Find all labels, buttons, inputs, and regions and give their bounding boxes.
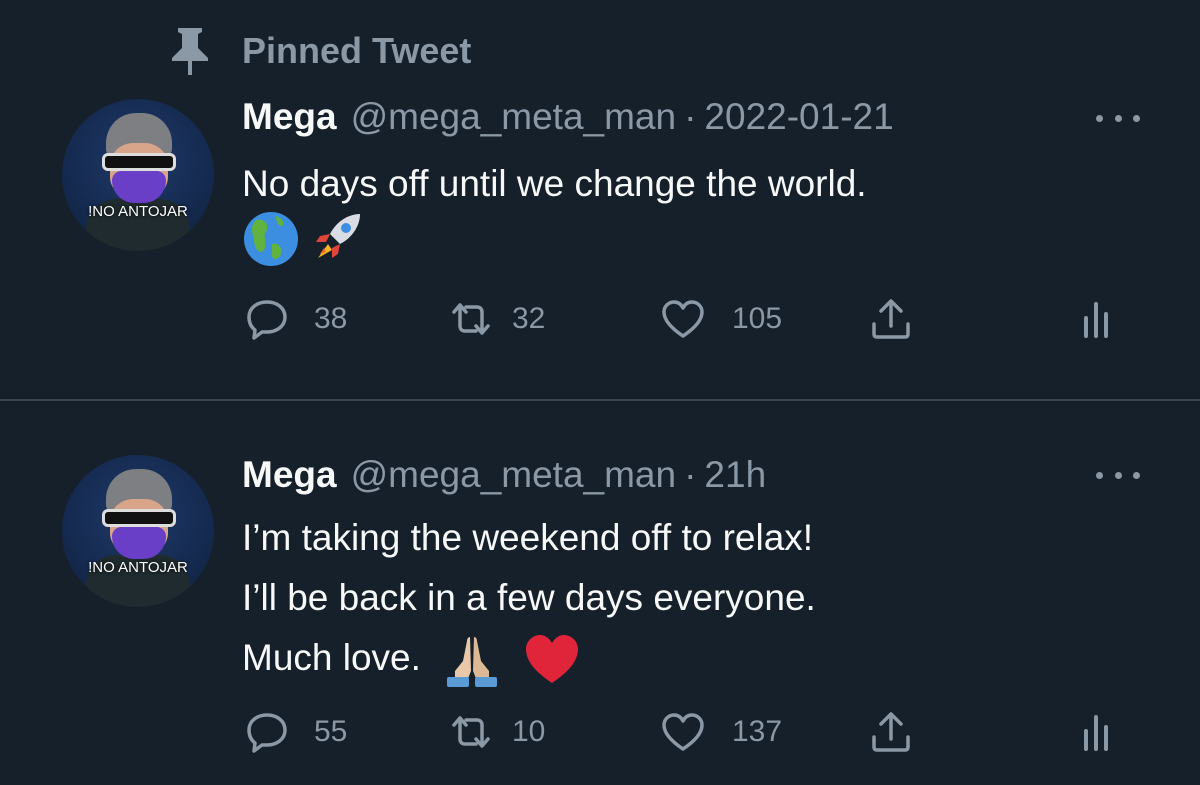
tweet-text: I’m taking the weekend off to relax! I’l… (242, 508, 816, 689)
globe-americas-icon (244, 212, 298, 266)
analytics-button[interactable] (1078, 296, 1124, 342)
avatar-text: !NO ANTOJAR (88, 203, 188, 220)
retweet-icon (452, 716, 490, 748)
tweet-text-segment: Much love. (242, 637, 421, 678)
tweet-text-line: I’m taking the weekend off to relax! (242, 517, 814, 558)
emoji-row (242, 210, 366, 268)
analytics-icon (1084, 302, 1108, 338)
avatar-text: !NO ANTOJAR (88, 559, 188, 576)
like-count: 137 (732, 715, 783, 748)
user-handle[interactable]: @mega_meta_man (351, 454, 677, 496)
separator-dot: · (684, 454, 697, 495)
timestamp[interactable]: 21h (704, 454, 766, 496)
reply-button[interactable]: 38 (244, 296, 347, 342)
analytics-button[interactable] (1078, 709, 1124, 755)
retweet-icon (452, 303, 490, 335)
pin-icon (172, 28, 208, 75)
reply-icon (247, 713, 287, 753)
pinned-label: Pinned Tweet (242, 30, 472, 71)
display-name[interactable]: Mega (242, 96, 337, 138)
user-handle[interactable]: @mega_meta_man (351, 96, 677, 138)
tweet-actions: 55 10 137 (0, 709, 1200, 759)
pinned-indicator: Pinned Tweet (168, 26, 471, 76)
like-button[interactable]: 137 (660, 709, 782, 755)
avatar[interactable]: !NO ANTOJAR (62, 99, 214, 251)
retweet-count: 10 (512, 715, 546, 748)
tweet-header: Mega @mega_meta_man · 21h (242, 454, 766, 496)
folded-hands-icon (447, 637, 498, 688)
heart-icon (662, 300, 704, 338)
reply-button[interactable]: 55 (244, 709, 347, 755)
reply-icon (247, 300, 287, 340)
retweet-count: 32 (512, 302, 546, 335)
reply-count: 38 (314, 302, 348, 335)
tweet-text-line: Much love. (242, 628, 816, 689)
tweet-text-line: No days off until we change the world. (242, 163, 867, 204)
tweet-header: Mega @mega_meta_man · 2022-01-21 (242, 96, 894, 138)
tweet-text: No days off until we change the world. (242, 154, 867, 214)
share-icon (872, 712, 910, 752)
avatar[interactable]: !NO ANTOJAR (62, 455, 214, 607)
tweet-text-line: I’ll be back in a few days everyone. (242, 577, 816, 618)
red-heart-icon (526, 635, 579, 684)
separator-dot: · (684, 96, 697, 137)
retweet-button[interactable]: 10 (448, 709, 545, 755)
timestamp[interactable]: 2022-01-21 (704, 96, 893, 138)
display-name[interactable]: Mega (242, 454, 337, 496)
heart-icon (662, 713, 704, 751)
analytics-icon (1084, 715, 1108, 751)
more-options-icon[interactable] (1096, 465, 1140, 485)
reply-count: 55 (314, 715, 348, 748)
retweet-button[interactable]: 32 (448, 296, 545, 342)
share-button[interactable] (868, 296, 914, 342)
tweet-actions: 38 32 105 (0, 296, 1200, 346)
share-button[interactable] (868, 709, 914, 755)
share-icon (872, 299, 910, 339)
rocket-icon (316, 214, 360, 258)
like-button[interactable]: 105 (660, 296, 782, 342)
tweet-pinned[interactable]: Pinned Tweet !NO ANTOJAR Mega @mega_meta… (0, 0, 1200, 400)
like-count: 105 (732, 302, 783, 335)
tweet[interactable]: !NO ANTOJAR Mega @mega_meta_man · 21h I’… (0, 401, 1200, 785)
more-options-icon[interactable] (1096, 108, 1140, 128)
